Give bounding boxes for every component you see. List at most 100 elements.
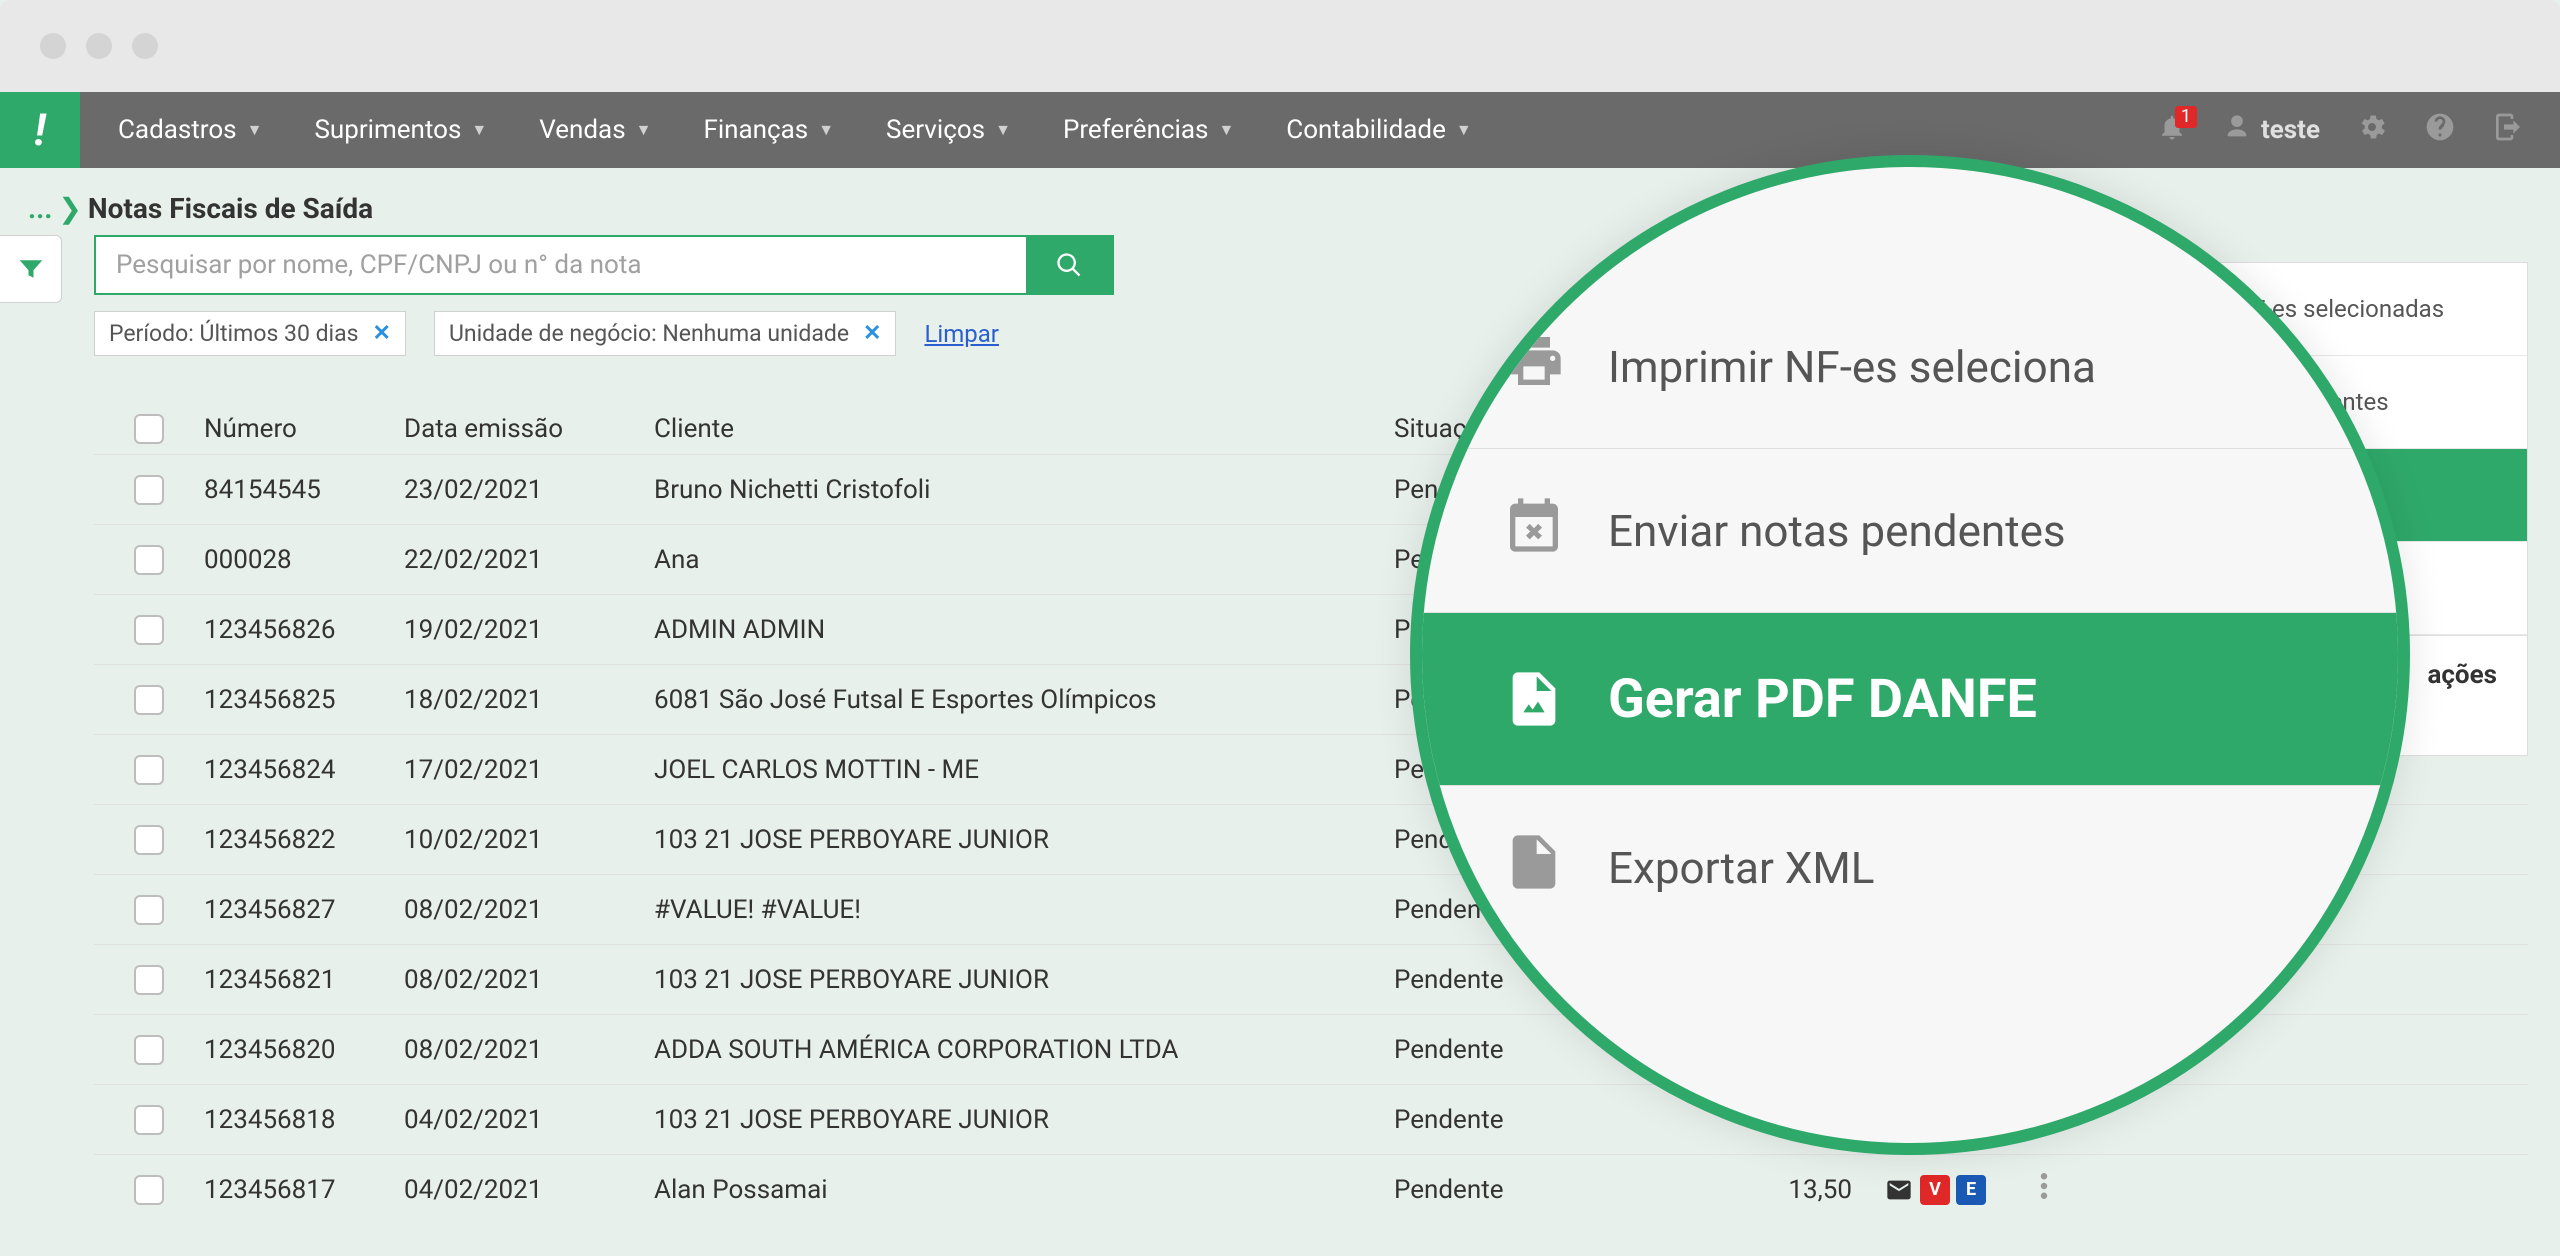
- cell-data: 08/02/2021: [404, 965, 654, 995]
- help-icon[interactable]: [2424, 111, 2456, 150]
- row-checkbox[interactable]: [134, 545, 164, 575]
- col-numero: Número: [204, 414, 404, 444]
- cell-data: 08/02/2021: [404, 895, 654, 925]
- breadcrumb: ... ❯ Notas Fiscais de Saída: [0, 168, 2560, 235]
- nav-item-contabilidade[interactable]: Contabilidade▼: [1264, 92, 1493, 168]
- row-checkbox[interactable]: [134, 825, 164, 855]
- cell-numero: 123456817: [204, 1175, 404, 1205]
- chevron-right-icon: ❯: [58, 192, 81, 225]
- cell-numero: 123456824: [204, 755, 404, 785]
- cell-numero: 123456827: [204, 895, 404, 925]
- logo-icon[interactable]: !: [0, 92, 80, 168]
- nav-item-vendas[interactable]: Vendas▼: [517, 92, 673, 168]
- browser-chrome: [0, 0, 2560, 92]
- col-data: Data emissão: [404, 414, 654, 444]
- search-box: [94, 235, 1114, 295]
- cell-data: 10/02/2021: [404, 825, 654, 855]
- traffic-light-yellow[interactable]: [86, 33, 112, 59]
- nav-item-suprimentos[interactable]: Suprimentos▼: [292, 92, 509, 168]
- badge-v: V: [1920, 1175, 1950, 1205]
- filter-chip-unidade[interactable]: Unidade de negócio: Nenhuma unidade ✕: [434, 311, 897, 356]
- cell-data: 23/02/2021: [404, 475, 654, 505]
- select-all-checkbox[interactable]: [134, 414, 164, 444]
- filter-toggle-button[interactable]: [0, 235, 62, 303]
- nav-item-cadastros[interactable]: Cadastros▼: [96, 92, 284, 168]
- chevron-down-icon: ▼: [636, 92, 652, 168]
- breadcrumb-root[interactable]: ...: [28, 192, 52, 225]
- cell-data: 19/02/2021: [404, 615, 654, 645]
- cell-numero: 123456818: [204, 1105, 404, 1135]
- search-input[interactable]: [96, 237, 1026, 293]
- row-checkbox[interactable]: [134, 1105, 164, 1135]
- cell-cliente: JOEL CARLOS MOTTIN - ME: [654, 755, 1394, 785]
- cell-cliente: 6081 São José Futsal E Esportes Olímpico…: [654, 685, 1394, 715]
- user-name: teste: [2261, 115, 2320, 145]
- cell-cliente: 103 21 JOSE PERBOYARE JUNIOR: [654, 1105, 1394, 1135]
- chevron-down-icon: ▼: [247, 92, 263, 168]
- nav-item-finanças[interactable]: Finanças▼: [681, 92, 856, 168]
- badge-e: E: [1956, 1175, 1986, 1205]
- chevron-down-icon: ▼: [818, 92, 834, 168]
- row-checkbox[interactable]: [134, 615, 164, 645]
- notification-badge: 1: [2175, 106, 2197, 128]
- cell-data: 04/02/2021: [404, 1175, 654, 1205]
- zoom-action-send[interactable]: Enviar notas pendentes: [1422, 449, 2398, 613]
- table-row[interactable]: 12345681804/02/2021103 21 JOSE PERBOYARE…: [94, 1084, 2528, 1154]
- cell-numero: 123456820: [204, 1035, 404, 1065]
- table-row[interactable]: 12345681704/02/2021Alan PossamaiPendente…: [94, 1154, 2528, 1224]
- cell-valor: 13,50: [1604, 1175, 1884, 1205]
- cell-cliente: Ana: [654, 545, 1394, 575]
- close-icon[interactable]: ✕: [863, 321, 881, 346]
- row-menu-button[interactable]: [2004, 1173, 2084, 1206]
- row-checkbox[interactable]: [134, 685, 164, 715]
- traffic-light-red[interactable]: [40, 33, 66, 59]
- cell-numero: 123456826: [204, 615, 404, 645]
- page-title: Notas Fiscais de Saída: [88, 192, 373, 225]
- row-checkbox[interactable]: [134, 1175, 164, 1205]
- search-button[interactable]: [1026, 237, 1112, 293]
- notifications-button[interactable]: 1: [2157, 112, 2187, 149]
- cell-numero: 123456821: [204, 965, 404, 995]
- cell-data: 08/02/2021: [404, 1035, 654, 1065]
- cell-cliente: ADMIN ADMIN: [654, 615, 1394, 645]
- cell-cliente: Alan Possamai: [654, 1175, 1394, 1205]
- zoom-action-export-xml[interactable]: Exportar XML: [1422, 786, 2398, 949]
- nav-item-serviços[interactable]: Serviços▼: [864, 92, 1033, 168]
- clear-filters-link[interactable]: Limpar: [924, 320, 998, 348]
- cell-cliente: 103 21 JOSE PERBOYARE JUNIOR: [654, 965, 1394, 995]
- nav-item-preferências[interactable]: Preferências▼: [1041, 92, 1256, 168]
- cell-situacao: Pendente: [1394, 1035, 1604, 1065]
- row-checkbox[interactable]: [134, 1035, 164, 1065]
- filter-chip-periodo[interactable]: Período: Últimos 30 dias ✕: [94, 311, 406, 356]
- user-menu[interactable]: teste: [2223, 113, 2320, 148]
- row-checkbox[interactable]: [134, 475, 164, 505]
- zoom-overlay: Imprimir NF-es seleciona Enviar notas pe…: [1410, 155, 2410, 1155]
- top-navbar: ! Cadastros▼Suprimentos▼Vendas▼Finanças▼…: [0, 92, 2560, 168]
- zoom-action-pdf-danfe[interactable]: Gerar PDF DANFE: [1422, 613, 2398, 786]
- cell-data: 17/02/2021: [404, 755, 654, 785]
- cell-data: 18/02/2021: [404, 685, 654, 715]
- chevron-down-icon: ▼: [995, 92, 1011, 168]
- logout-icon[interactable]: [2492, 111, 2524, 150]
- settings-icon[interactable]: [2356, 111, 2388, 150]
- zoom-action-print[interactable]: Imprimir NF-es seleciona: [1422, 285, 2398, 449]
- col-cliente: Cliente: [654, 414, 1394, 444]
- chevron-down-icon: ▼: [1456, 92, 1472, 168]
- close-icon[interactable]: ✕: [373, 321, 391, 346]
- cell-numero: 000028: [204, 545, 404, 575]
- chevron-down-icon: ▼: [471, 92, 487, 168]
- row-checkbox[interactable]: [134, 895, 164, 925]
- cell-cliente: #VALUE! #VALUE!: [654, 895, 1394, 925]
- cell-data: 04/02/2021: [404, 1105, 654, 1135]
- cell-numero: 123456822: [204, 825, 404, 855]
- cell-cliente: Bruno Nichetti Cristofoli: [654, 475, 1394, 505]
- cell-numero: 123456825: [204, 685, 404, 715]
- envelope-icon: [1884, 1175, 1914, 1205]
- cell-options: VE: [1884, 1175, 2004, 1205]
- row-checkbox[interactable]: [134, 965, 164, 995]
- row-checkbox[interactable]: [134, 755, 164, 785]
- cell-cliente: 103 21 JOSE PERBOYARE JUNIOR: [654, 825, 1394, 855]
- cell-data: 22/02/2021: [404, 545, 654, 575]
- cell-cliente: ADDA SOUTH AMÉRICA CORPORATION LTDA: [654, 1035, 1394, 1065]
- traffic-light-green[interactable]: [132, 33, 158, 59]
